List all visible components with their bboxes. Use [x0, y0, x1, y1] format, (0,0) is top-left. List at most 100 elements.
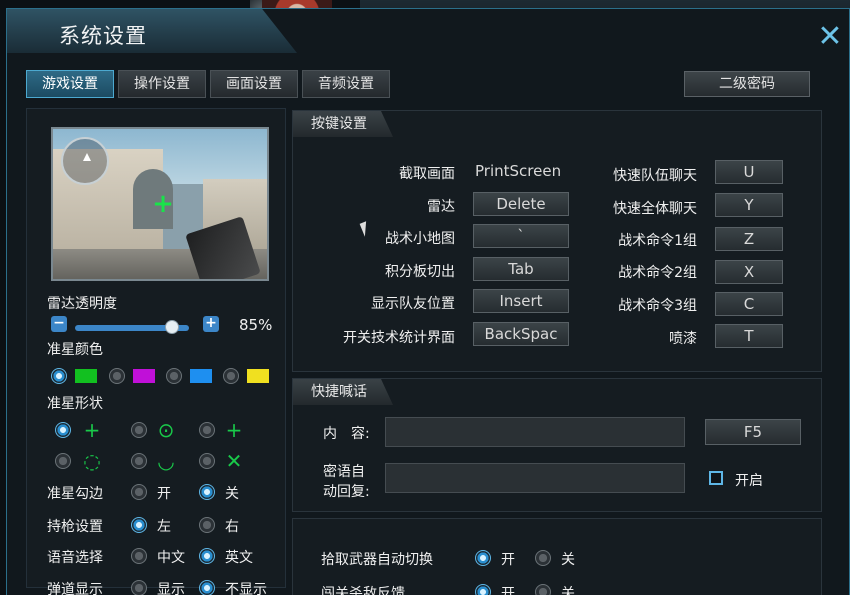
crosshair-color-radio-blue[interactable]: [166, 368, 182, 384]
crosshair-shape-radio-1[interactable]: [55, 422, 71, 438]
key-button-all-chat[interactable]: Y: [715, 193, 783, 217]
kill-feedback-on-radio[interactable]: [475, 584, 491, 595]
auto-switch-off-label: 关: [561, 552, 575, 568]
key-button-team-chat[interactable]: U: [715, 160, 783, 184]
auto-reply-enable-checkbox[interactable]: [709, 471, 723, 485]
kill-feedback-label: 闯关杀敌反馈: [321, 586, 405, 595]
trajectory-hide-radio[interactable]: [199, 580, 215, 595]
key-button-stats-toggle[interactable]: BackSpac: [473, 322, 569, 346]
key-button-tactical-1[interactable]: Z: [715, 227, 783, 251]
crosshair-shape-label: 准星形状: [47, 396, 103, 412]
key-label-team-chat: 快速队伍聊天: [613, 168, 697, 184]
kill-feedback-on-label: 开: [501, 586, 515, 595]
kill-feedback-off-label: 关: [561, 586, 575, 595]
opacity-increase-button[interactable]: +: [203, 316, 219, 332]
key-button-minimap[interactable]: `: [473, 224, 569, 248]
game-settings-panel: + 雷达透明度 − + 85% 准星颜色 准星形状 + ⊙ + ◌ ◡ ✕ 准星…: [26, 108, 286, 595]
crosshair-shape-radio-2[interactable]: [131, 422, 147, 438]
key-label-radar: 雷达: [427, 199, 455, 215]
chat-key-button[interactable]: F5: [705, 419, 801, 445]
key-label-screenshot: 截取画面: [399, 166, 455, 182]
trajectory-show-label: 显示: [157, 582, 185, 595]
dialog-title: 系统设置: [59, 24, 147, 48]
gun-hold-label: 持枪设置: [47, 519, 103, 535]
color-swatch-magenta[interactable]: [133, 369, 155, 383]
key-button-tactical-3[interactable]: C: [715, 292, 783, 316]
key-settings-panel: 按键设置 截取画面 PrintScreen 雷达 Delete 战术小地图 ` …: [292, 110, 822, 372]
radar-opacity-value: 85%: [239, 316, 273, 334]
auto-reply-enable-label: 开启: [735, 473, 763, 489]
settings-tabs: 游戏设置 操作设置 画面设置 音频设置: [26, 70, 390, 98]
crosshair-icon: +: [152, 189, 174, 219]
trajectory-show-radio[interactable]: [131, 580, 147, 595]
crosshair-color-radio-magenta[interactable]: [109, 368, 125, 384]
key-label-tactical-1: 战术命令1组: [618, 233, 697, 249]
kill-feedback-off-radio[interactable]: [535, 584, 551, 595]
color-swatch-blue[interactable]: [190, 369, 212, 383]
quick-chat-panel: 快捷喊话 内 容: F5 密语自 动回复: 开启: [292, 378, 822, 512]
crosshair-outline-on-label: 开: [157, 486, 171, 502]
crosshair-outline-on-radio[interactable]: [131, 484, 147, 500]
key-button-teammate-position[interactable]: Insert: [473, 289, 569, 313]
radar-icon: [61, 137, 109, 185]
auto-reply-label-line1: 密语自: [323, 464, 365, 480]
crosshair-shape-radio-3[interactable]: [199, 422, 215, 438]
tab-audio-settings[interactable]: 音频设置: [302, 70, 390, 98]
auto-switch-on-label: 开: [501, 552, 515, 568]
key-label-scoreboard: 积分板切出: [385, 264, 455, 280]
crosshair-color-radio-green[interactable]: [51, 368, 67, 384]
crosshair-outline-label: 准星勾边: [47, 486, 103, 502]
voice-label: 语音选择: [47, 550, 103, 566]
crosshair-shape-radio-6[interactable]: [199, 453, 215, 469]
voice-chinese-radio[interactable]: [131, 548, 147, 564]
chat-content-label: 内 容:: [323, 426, 370, 442]
gun-hold-left-label: 左: [157, 519, 171, 535]
crosshair-outline-off-radio[interactable]: [199, 484, 215, 500]
voice-english-radio[interactable]: [199, 548, 215, 564]
crosshair-outline-off-label: 关: [225, 486, 239, 502]
crosshair-x-icon: ✕: [225, 449, 243, 473]
auto-switch-off-radio[interactable]: [535, 550, 551, 566]
crosshair-dotted-circle-icon: ◌: [83, 449, 101, 473]
color-swatch-yellow[interactable]: [247, 369, 269, 383]
crosshair-preview-image: +: [51, 127, 269, 281]
trajectory-hide-label: 不显示: [225, 582, 267, 595]
tab-control-settings[interactable]: 操作设置: [118, 70, 206, 98]
trajectory-label: 弹道显示: [47, 582, 103, 595]
radar-opacity-slider-handle[interactable]: [164, 320, 179, 334]
crosshair-shape-radio-4[interactable]: [55, 453, 71, 469]
crosshair-shape-radio-5[interactable]: [131, 453, 147, 469]
key-value-screenshot[interactable]: PrintScreen: [475, 162, 561, 180]
key-label-tactical-3: 战术命令3组: [618, 298, 697, 314]
tab-game-settings[interactable]: 游戏设置: [26, 70, 114, 98]
crosshair-color-radio-yellow[interactable]: [223, 368, 239, 384]
crosshair-smile-icon: ◡: [157, 449, 175, 473]
voice-chinese-label: 中文: [157, 550, 185, 566]
crosshair-cross-icon-2: +: [225, 418, 243, 442]
secondary-password-button[interactable]: 二级密码: [684, 71, 810, 97]
auto-switch-label: 拾取武器自动切换: [321, 552, 433, 568]
key-button-spray[interactable]: T: [715, 324, 783, 348]
key-label-spray: 喷漆: [669, 331, 697, 347]
key-button-scoreboard[interactable]: Tab: [473, 257, 569, 281]
tab-display-settings[interactable]: 画面设置: [210, 70, 298, 98]
key-button-radar[interactable]: Delete: [473, 192, 569, 216]
close-button[interactable]: ✕: [811, 19, 849, 57]
crosshair-cross-icon: +: [83, 418, 101, 442]
key-label-stats-toggle: 开关技术统计界面: [343, 330, 455, 346]
color-swatch-green[interactable]: [75, 369, 97, 383]
gun-hold-right-label: 右: [225, 519, 239, 535]
auto-switch-on-radio[interactable]: [475, 550, 491, 566]
key-settings-header: 按键设置: [293, 111, 393, 137]
gun-hold-right-radio[interactable]: [199, 517, 215, 533]
gun-hold-left-radio[interactable]: [131, 517, 147, 533]
key-label-teammate-position: 显示队友位置: [371, 296, 455, 312]
opacity-decrease-button[interactable]: −: [51, 316, 67, 332]
voice-english-label: 英文: [225, 550, 253, 566]
quick-chat-header: 快捷喊话: [293, 379, 393, 405]
radar-opacity-label: 雷达透明度: [47, 296, 117, 312]
key-button-tactical-2[interactable]: X: [715, 260, 783, 284]
chat-content-input[interactable]: [385, 417, 685, 447]
auto-reply-label-line2: 动回复:: [323, 484, 370, 500]
auto-reply-input[interactable]: [385, 463, 685, 493]
